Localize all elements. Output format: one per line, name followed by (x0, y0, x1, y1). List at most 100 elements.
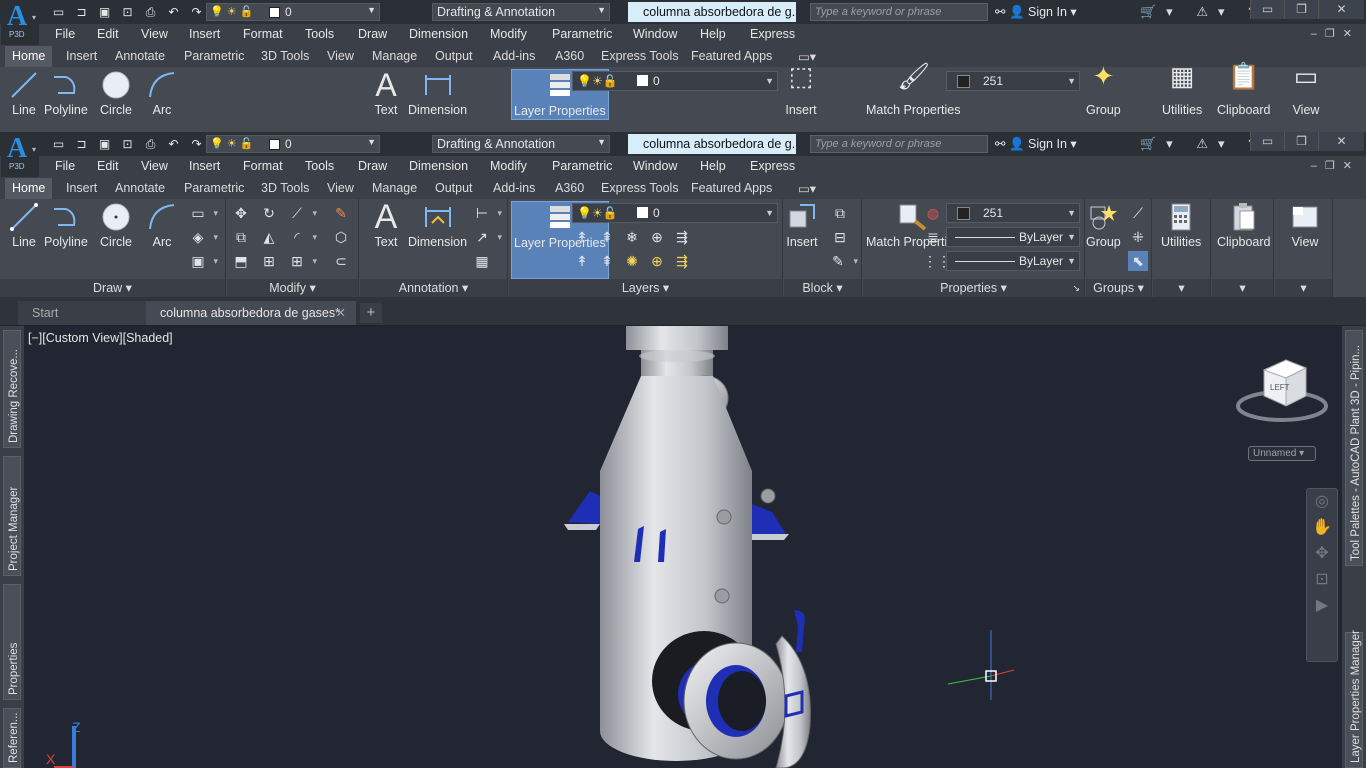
tool-palettes-tab[interactable]: Tool Palettes - AutoCAD Plant 3D - Pipin… (1345, 330, 1363, 566)
open-icon[interactable]: ⊐ (71, 135, 92, 153)
line-button[interactable]: Line (8, 201, 40, 250)
array-icon[interactable]: ⊞ (287, 251, 317, 271)
print-icon[interactable]: ⎙ (140, 135, 161, 153)
view-button[interactable]: View (1289, 201, 1321, 250)
leader-icon[interactable]: ↗ (472, 227, 502, 247)
menu-window[interactable]: Window (633, 159, 677, 173)
group-button[interactable]: ✦ Group (1086, 63, 1121, 118)
linear-dim-icon[interactable]: ⊢ (472, 203, 502, 223)
menu-view[interactable]: View (141, 27, 168, 41)
saveas-icon[interactable]: ⊡ (117, 3, 138, 21)
tab-3d-tools[interactable]: 3D Tools (261, 49, 309, 63)
menu-view[interactable]: View (141, 159, 168, 173)
tab-parametric[interactable]: Parametric (184, 181, 244, 195)
absorber-column-model[interactable] (564, 326, 811, 768)
menu-express[interactable]: Express (750, 159, 795, 173)
menu-draw[interactable]: Draw (358, 159, 387, 173)
tab-insert[interactable]: Insert (66, 49, 97, 63)
drawing-viewport[interactable]: [−][Custom View][Shaded] Z X LEFT (24, 326, 1342, 768)
redo-icon[interactable]: ↷ (186, 3, 207, 21)
utilities-button[interactable]: Utilities (1161, 201, 1201, 250)
steering-wheel-icon[interactable]: ◎ (1307, 489, 1337, 515)
undo-icon[interactable]: ↶ (163, 3, 184, 21)
close-icon[interactable]: ✕ (336, 301, 346, 325)
close-button[interactable]: ✕ (1318, 132, 1364, 151)
menu-parametric[interactable]: Parametric (552, 159, 612, 173)
menu-edit[interactable]: Edit (97, 27, 119, 41)
tab-featured-apps[interactable]: Featured Apps (691, 181, 772, 195)
explode-icon[interactable]: ⬡ (331, 227, 351, 247)
tab-view[interactable]: View (327, 49, 354, 63)
ungroup-icon[interactable]: ⟋ (1128, 203, 1148, 223)
named-view-dropdown[interactable]: Unnamed ▾ (1248, 446, 1316, 461)
new-tab-button[interactable]: + (360, 303, 382, 323)
sign-in-button[interactable]: ⚯ 👤 Sign In ▾ (995, 135, 1077, 153)
redo-icon[interactable]: ↷ (186, 135, 207, 153)
ucs-icon[interactable]: Z X (46, 719, 81, 768)
tab-view[interactable]: View (327, 181, 354, 195)
hatch-icon[interactable]: ◈ (188, 227, 218, 247)
save-icon[interactable]: ▣ (94, 3, 115, 21)
rectangle-icon[interactable]: ▭ (188, 203, 218, 223)
workspace-dropdown[interactable]: Drafting & Annotation ▼ (432, 135, 610, 153)
trim-icon[interactable]: ⟋ (287, 203, 317, 223)
properties-panel-label[interactable]: Properties ▾ ↘ (863, 279, 1084, 297)
tab-annotate[interactable]: Annotate (115, 49, 165, 63)
tab-home[interactable]: Home (5, 178, 53, 199)
tab-manage[interactable]: Manage (372, 181, 417, 195)
tab-insert[interactable]: Insert (66, 181, 97, 195)
menu-modify[interactable]: Modify (490, 159, 527, 173)
menu-file[interactable]: File (55, 27, 75, 41)
insert-block-button[interactable]: Insert (786, 201, 818, 250)
groups-panel-label[interactable]: Groups ▾ (1086, 279, 1151, 297)
pan-icon[interactable]: ✋ (1307, 515, 1337, 541)
move-icon[interactable]: ✥ (231, 203, 251, 223)
menu-edit[interactable]: Edit (97, 159, 119, 173)
project-manager-tab[interactable]: Project Manager (3, 456, 21, 576)
application-menu-button[interactable]: A P3D ▾ (1, 133, 39, 177)
edit-block-icon[interactable]: ⊟ (830, 227, 850, 247)
doc-window-controls[interactable]: –❐✕ (1311, 27, 1360, 40)
scale-icon[interactable]: ⊞ (259, 251, 279, 271)
tab-express-tools[interactable]: Express Tools (601, 181, 679, 195)
create-block-icon[interactable]: ⧉ (830, 203, 850, 223)
erase-icon[interactable]: ✎ (331, 203, 351, 223)
viewcube[interactable]: LEFT (1236, 359, 1328, 422)
stretch-icon[interactable]: ⬒ (231, 251, 251, 271)
layer-unlock-icon[interactable]: ⊕ (647, 251, 667, 271)
tab-featured-apps[interactable]: Featured Apps (691, 49, 772, 63)
close-button[interactable]: ✕ (1318, 0, 1364, 19)
offset-icon[interactable]: ⊂ (331, 251, 351, 271)
menu-file[interactable]: File (55, 159, 75, 173)
attribute-icon[interactable]: ✎ (828, 251, 858, 271)
new-icon[interactable]: ▭ (48, 135, 69, 153)
group-button[interactable]: Group (1086, 201, 1121, 250)
maximize-button[interactable]: ❐ (1284, 132, 1318, 151)
tab-output[interactable]: Output (435, 49, 473, 63)
ribbon-toggle-icon[interactable]: ▭▾ (798, 181, 816, 196)
mirror-icon[interactable]: ◭ (259, 227, 279, 247)
lineweight-icon[interactable]: ≣ (923, 227, 943, 247)
modify-panel-label[interactable]: Modify ▾ (227, 279, 358, 297)
circle-button[interactable]: Circle (100, 69, 132, 118)
layer-freeze-icon[interactable]: ❄ (622, 227, 642, 247)
zoom-icon[interactable]: ✥ (1307, 541, 1337, 567)
saveas-icon[interactable]: ⊡ (117, 135, 138, 153)
layer-properties-manager-tab[interactable]: Layer Properties Manager (1345, 630, 1363, 768)
copy-icon[interactable]: ⧉ (231, 227, 251, 247)
linetype-combo[interactable]: ByLayer ▼ (946, 227, 1080, 247)
menu-format[interactable]: Format (243, 159, 283, 173)
tab-manage[interactable]: Manage (372, 49, 417, 63)
lineweight-combo[interactable]: ByLayer ▼ (946, 251, 1080, 271)
region-icon[interactable]: ▣ (188, 251, 218, 271)
minimize-button[interactable]: ▭ (1250, 0, 1284, 19)
open-icon[interactable]: ⊐ (71, 3, 92, 21)
menu-insert[interactable]: Insert (189, 159, 220, 173)
minimize-button[interactable]: ▭ (1250, 132, 1284, 151)
maximize-button[interactable]: ❐ (1284, 0, 1318, 19)
menu-insert[interactable]: Insert (189, 27, 220, 41)
menu-tools[interactable]: Tools (305, 27, 334, 41)
tab-add-ins[interactable]: Add-ins (493, 49, 535, 63)
view-button[interactable]: ▭ View (1290, 63, 1322, 118)
arc-button[interactable]: Arc (146, 201, 178, 250)
